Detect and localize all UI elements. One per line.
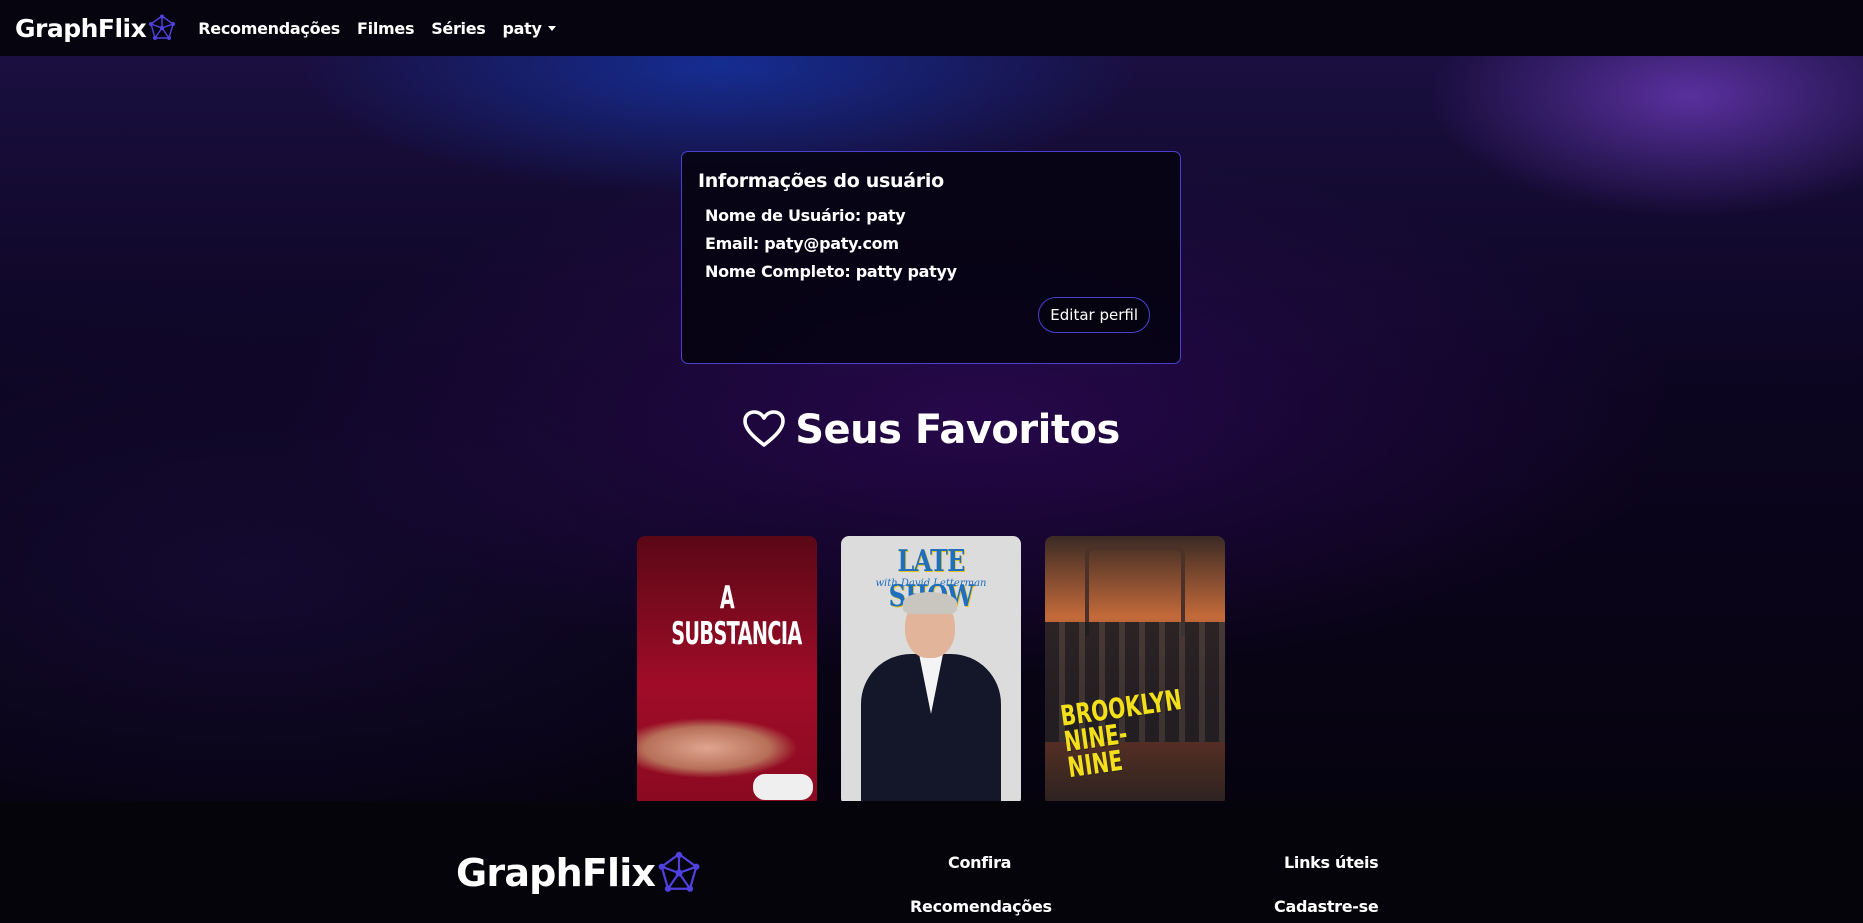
- heart-outline-icon: [743, 410, 786, 458]
- navbar: GraphFlix Recomendações Filmes Séries pa…: [0, 0, 1863, 56]
- username-line: Nome de Usuário: paty: [705, 206, 906, 225]
- poster-title: A SUBSTANCIA: [671, 580, 802, 652]
- poster-brooklyn-nine-nine[interactable]: BROOKLYN NINE-NINE: [1045, 536, 1225, 806]
- footer-link-recomendacoes[interactable]: Recomendações: [910, 897, 1052, 916]
- network-graph-icon: [149, 14, 176, 40]
- brand-logo[interactable]: GraphFlix: [15, 14, 176, 43]
- nav-link-series[interactable]: Séries: [431, 19, 486, 38]
- footer: GraphFlix Confira Recomendações Links út…: [0, 801, 1863, 923]
- nav-link-recomendacoes[interactable]: Recomendações: [198, 19, 340, 38]
- poster-subtitle: with David Letterman: [875, 578, 987, 589]
- user-menu-dropdown[interactable]: paty: [503, 19, 556, 38]
- footer-col-confira-title: Confira: [948, 853, 1012, 872]
- edit-profile-button[interactable]: Editar perfil: [1038, 297, 1150, 333]
- chevron-down-icon: [547, 25, 556, 31]
- footer-brand-name: GraphFlix: [456, 851, 656, 895]
- poster-artwork: [903, 592, 957, 614]
- nav-link-filmes[interactable]: Filmes: [357, 19, 414, 38]
- favorites-list: A SUBSTANCIA LATE SHOW with David Letter…: [637, 536, 1225, 806]
- poster-artwork: [637, 708, 807, 778]
- fullname-line: Nome Completo: patty patyy: [705, 262, 957, 281]
- user-menu-label: paty: [502, 18, 542, 38]
- footer-brand-logo[interactable]: GraphFlix: [456, 851, 701, 895]
- brand-name: GraphFlix: [15, 13, 147, 43]
- poster-artwork: [753, 774, 813, 800]
- footer-col-links-title: Links úteis: [1284, 853, 1379, 872]
- email-line: Email: paty@paty.com: [705, 234, 899, 253]
- favorites-heading: Seus Favoritos: [0, 402, 1863, 458]
- user-info-title: Informações do usuário: [698, 170, 944, 192]
- network-graph-icon: [658, 851, 700, 892]
- footer-link-cadastre[interactable]: Cadastre-se: [1274, 897, 1379, 916]
- poster-title: BROOKLYN NINE-NINE: [1058, 683, 1184, 785]
- poster-a-substancia[interactable]: A SUBSTANCIA: [637, 536, 817, 806]
- main-content: Informações do usuário Nome de Usuário: …: [0, 56, 1863, 806]
- user-info-card: Informações do usuário Nome de Usuário: …: [681, 151, 1181, 364]
- poster-late-show[interactable]: LATE SHOW with David Letterman: [841, 536, 1021, 806]
- favorites-heading-text: Seus Favoritos: [795, 407, 1120, 453]
